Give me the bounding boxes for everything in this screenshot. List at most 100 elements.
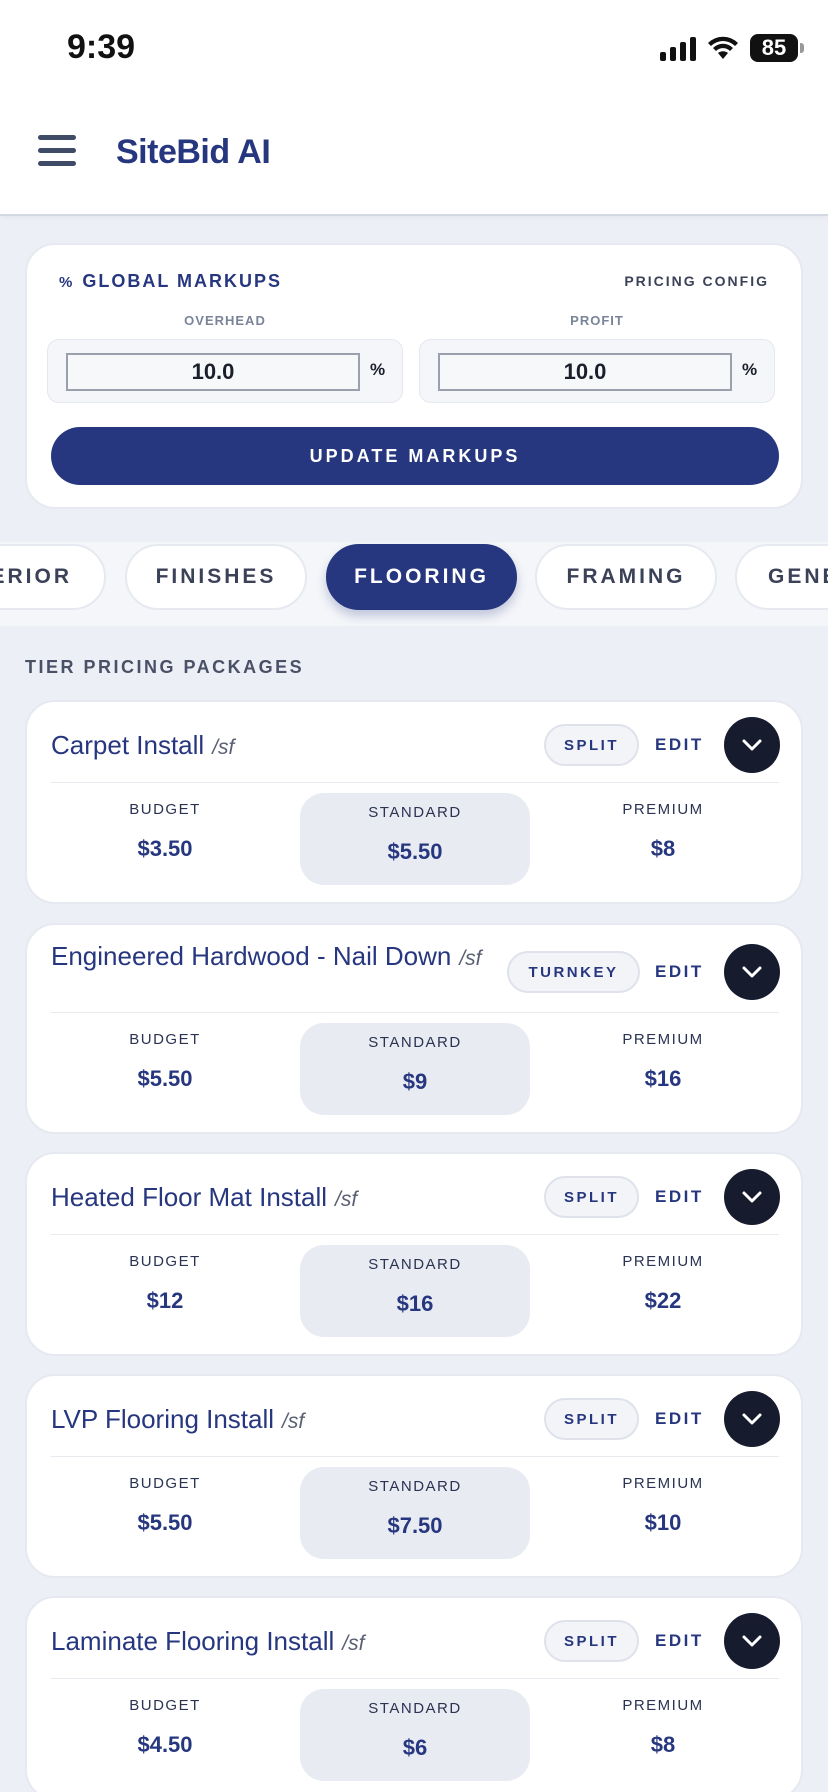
tier-standard: STANDARD $7.50 — [300, 1467, 530, 1559]
tier-premium-label: PREMIUM — [622, 1475, 704, 1492]
tier-standard-label: STANDARD — [368, 1256, 462, 1273]
package-type-badge[interactable]: SPLIT — [544, 1176, 639, 1218]
section-heading: TIER PRICING PACKAGES — [25, 657, 305, 677]
tier-budget: BUDGET $5.50 — [50, 1031, 280, 1092]
tier-premium-label: PREMIUM — [622, 801, 704, 818]
tier-premium: PREMIUM $8 — [548, 1697, 778, 1758]
package-type-badge[interactable]: TURNKEY — [507, 951, 640, 993]
chevron-down-icon[interactable] — [724, 1613, 780, 1669]
tier-standard-label: STANDARD — [368, 1034, 462, 1051]
tier-premium-value: $16 — [644, 1066, 682, 1091]
status-bar: 9:39 85 — [0, 0, 828, 96]
package-type-badge[interactable]: SPLIT — [544, 1620, 639, 1662]
tier-budget-value: $3.50 — [137, 836, 193, 861]
divider — [51, 782, 779, 783]
profit-input[interactable] — [438, 353, 732, 391]
tier-standard-value: $6 — [402, 1735, 428, 1760]
tier-budget-label: BUDGET — [129, 1031, 201, 1048]
profit-field: % — [419, 339, 775, 403]
tier-budget-label: BUDGET — [129, 1697, 201, 1714]
tier-budget-value: $4.50 — [137, 1732, 193, 1757]
tier-standard: STANDARD $5.50 — [300, 793, 530, 885]
percent-icon: % — [59, 274, 75, 291]
package-unit: /sf — [342, 1632, 365, 1655]
category-tabs: ERIOR FINISHES FLOORING FRAMING GENE — [0, 542, 828, 626]
cellular-signal-icon — [660, 35, 696, 61]
status-icons: 85 — [660, 34, 804, 62]
edit-button[interactable]: EDIT — [655, 735, 704, 755]
package-name: Engineered Hardwood - Nail Down/sf — [51, 939, 491, 976]
edit-button[interactable]: EDIT — [655, 1187, 704, 1207]
package-card: Engineered Hardwood - Nail Down/sf TURNKE… — [25, 923, 803, 1134]
divider — [51, 1678, 779, 1679]
tier-premium-value: $8 — [650, 1732, 676, 1757]
tier-budget: BUDGET $12 — [50, 1253, 280, 1314]
tier-premium-value: $10 — [644, 1510, 682, 1535]
tier-standard: STANDARD $16 — [300, 1245, 530, 1337]
package-type-badge[interactable]: SPLIT — [544, 724, 639, 766]
global-markups-title: % GLOBAL MARKUPS — [59, 271, 282, 292]
global-markups-card: % GLOBAL MARKUPS PRICING CONFIG OVERHEAD … — [25, 243, 803, 509]
tier-standard-label: STANDARD — [368, 1700, 462, 1717]
package-card: LVP Flooring Install/sf SPLIT EDIT BUDGET $5… — [25, 1374, 803, 1578]
tier-budget: BUDGET $5.50 — [50, 1475, 280, 1536]
package-name: LVP Flooring Install/sf — [51, 1402, 304, 1439]
tier-budget: BUDGET $4.50 — [50, 1697, 280, 1758]
divider — [51, 1234, 779, 1235]
overhead-label: OVERHEAD — [184, 313, 266, 328]
tier-budget-value: $5.50 — [137, 1510, 193, 1535]
tier-premium-value: $22 — [644, 1288, 682, 1313]
tier-premium-value: $8 — [650, 836, 676, 861]
tab-general[interactable]: GENE — [735, 544, 828, 610]
tier-standard-label: STANDARD — [368, 804, 462, 821]
tab-finishes[interactable]: FINISHES — [125, 544, 307, 610]
tier-standard-label: STANDARD — [368, 1478, 462, 1495]
hamburger-icon[interactable] — [38, 135, 76, 169]
package-name: Carpet Install/sf — [51, 728, 234, 765]
pricing-config-label: PRICING CONFIG — [624, 273, 769, 289]
edit-button[interactable]: EDIT — [655, 1631, 704, 1651]
tier-premium-label: PREMIUM — [622, 1253, 704, 1270]
tier-standard: STANDARD $9 — [300, 1023, 530, 1115]
edit-button[interactable]: EDIT — [655, 962, 704, 982]
tier-budget: BUDGET $3.50 — [50, 801, 280, 862]
chevron-down-icon[interactable] — [724, 1391, 780, 1447]
divider — [51, 1012, 779, 1013]
package-name-text: Engineered Hardwood - Nail Down — [51, 941, 452, 971]
package-name: Heated Floor Mat Install/sf — [51, 1180, 357, 1217]
tier-premium-label: PREMIUM — [622, 1697, 704, 1714]
package-name-text: Carpet Install — [51, 730, 205, 760]
package-type-badge[interactable]: SPLIT — [544, 1398, 639, 1440]
tab-exterior[interactable]: ERIOR — [0, 544, 106, 610]
overhead-unit: % — [370, 360, 386, 379]
tab-framing[interactable]: FRAMING — [535, 544, 717, 610]
tier-budget-label: BUDGET — [129, 1475, 201, 1492]
package-name-text: Heated Floor Mat Install — [51, 1182, 328, 1212]
package-name: Laminate Flooring Install/sf — [51, 1624, 364, 1661]
package-name-text: Laminate Flooring Install — [51, 1626, 335, 1656]
package-unit: /sf — [335, 1188, 358, 1211]
battery-level: 85 — [761, 35, 787, 60]
package-unit: /sf — [212, 736, 235, 759]
overhead-input[interactable] — [66, 353, 360, 391]
wifi-icon — [708, 36, 738, 59]
tier-standard-value: $16 — [396, 1291, 434, 1316]
tier-premium: PREMIUM $22 — [548, 1253, 778, 1314]
profit-label: PROFIT — [570, 313, 624, 328]
chevron-down-icon[interactable] — [724, 1169, 780, 1225]
tier-standard-value: $9 — [402, 1069, 428, 1094]
tier-premium: PREMIUM $10 — [548, 1475, 778, 1536]
update-markups-button[interactable]: UPDATE MARKUPS — [51, 427, 779, 485]
package-card: Laminate Flooring Install/sf SPLIT EDIT BUD… — [25, 1596, 803, 1792]
chevron-down-icon[interactable] — [724, 717, 780, 773]
tab-flooring[interactable]: FLOORING — [326, 544, 517, 610]
overhead-field: % — [47, 339, 403, 403]
chevron-down-icon[interactable] — [724, 944, 780, 1000]
profit-unit: % — [742, 360, 758, 379]
edit-button[interactable]: EDIT — [655, 1409, 704, 1429]
divider — [51, 1456, 779, 1457]
battery-icon: 85 — [750, 34, 804, 62]
tier-budget-value: $5.50 — [137, 1066, 193, 1091]
package-card: Carpet Install/sf SPLIT EDIT BUDGET $3.50 STA… — [25, 700, 803, 904]
package-unit: /sf — [282, 1410, 305, 1433]
